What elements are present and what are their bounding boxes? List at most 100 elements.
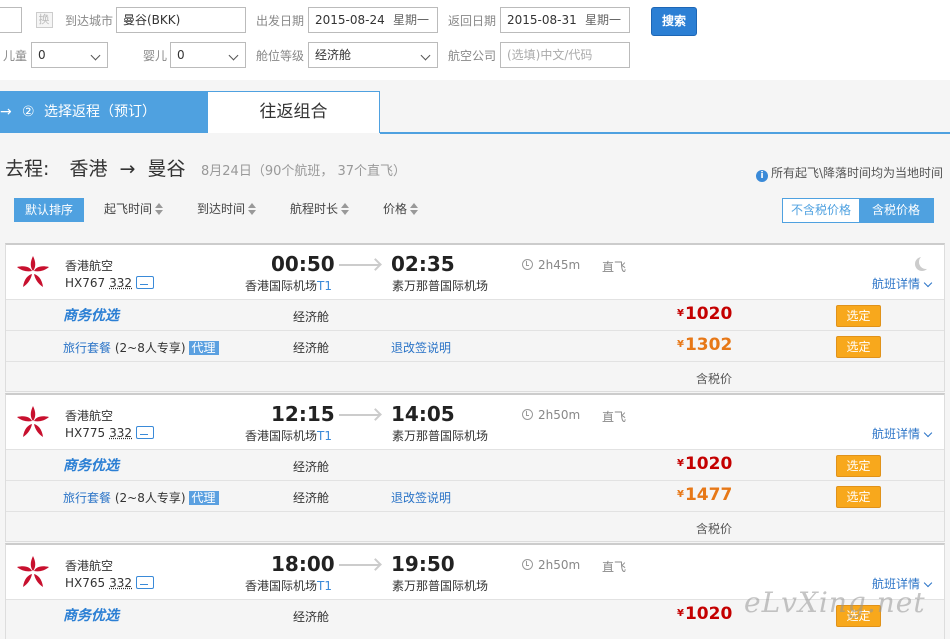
- select-button[interactable]: 选定: [836, 305, 881, 327]
- depart-airport: 香港国际机场T1: [245, 427, 332, 444]
- arrow-right-icon: [339, 414, 379, 416]
- flight-duration: 2h50m: [522, 408, 580, 422]
- chevron-down-icon: [228, 50, 239, 61]
- depart-date-field[interactable]: 2015-08-24 星期一: [308, 7, 438, 33]
- route-summary: 8月24日（90个航班， 37个直飞）: [201, 164, 407, 179]
- select-button[interactable]: 选定: [836, 486, 881, 508]
- step-number: ②: [22, 104, 35, 120]
- tax-included-note: 含税价: [696, 522, 733, 536]
- tax-inclusive-option[interactable]: 含税价格: [859, 199, 933, 222]
- sort-duration[interactable]: 航程时长: [290, 198, 350, 220]
- agent-badge: 代理: [188, 491, 219, 505]
- terminal: T1: [317, 429, 332, 443]
- fare-price: ¥1020: [677, 304, 732, 324]
- child-select[interactable]: 0: [31, 42, 108, 68]
- search-panel: 换 到达城市 曼谷(BKK) 出发日期 2015-08-24 星期一 返回日期 …: [0, 0, 950, 80]
- flight-card: 香港航空 HX767 332 00:50 02:35 香港国际机场T1 素万那普国…: [5, 243, 945, 392]
- return-date-value: 2015-08-31: [507, 13, 577, 27]
- flight-detail-link[interactable]: 航班详情: [872, 275, 933, 292]
- step-select-return[interactable]: → ② 选择返程（预订）: [0, 91, 207, 133]
- route-title: 去程: 香港 → 曼谷: [5, 154, 186, 181]
- stops-label: 直飞: [602, 260, 627, 274]
- return-date-field[interactable]: 2015-08-31 星期一: [500, 7, 630, 33]
- terminal: T1: [317, 579, 332, 593]
- cabin-class: 经济舱: [293, 310, 330, 324]
- infant-value: 0: [177, 48, 185, 62]
- airline-input[interactable]: (选填)中文/代码: [500, 42, 630, 68]
- depart-airport: 香港国际机场T1: [245, 577, 332, 594]
- flight-card: 香港航空 HX775 332 12:15 14:05 香港国际机场T1 素万那普国…: [5, 393, 945, 542]
- refund-rules-link[interactable]: 退改签说明: [391, 489, 451, 506]
- depart-time: 00:50: [271, 252, 335, 276]
- infant-select[interactable]: 0: [170, 42, 246, 68]
- to-city-field[interactable]: 曼谷(BKK): [116, 7, 246, 33]
- moon-icon: [919, 255, 933, 269]
- price-value: 1020: [684, 604, 733, 624]
- to-city-label: 到达城市: [65, 14, 114, 28]
- arrow-right-icon: [339, 264, 379, 266]
- package-label[interactable]: 旅行套餐: [63, 341, 111, 355]
- airline-label: 航空公司: [448, 49, 497, 63]
- return-date-label: 返回日期: [448, 14, 497, 28]
- sort-price[interactable]: 价格: [383, 198, 419, 220]
- package-label[interactable]: 旅行套餐: [63, 491, 111, 505]
- cabin-label: 舱位等级: [256, 49, 305, 63]
- sort-depart-time[interactable]: 起飞时间: [104, 198, 164, 220]
- search-button[interactable]: 搜索: [651, 7, 697, 36]
- cabin-select[interactable]: 经济舱: [308, 42, 438, 68]
- tv-icon: [136, 426, 155, 439]
- depart-airport-name: 香港国际机场: [245, 279, 318, 293]
- from-city-field[interactable]: [0, 7, 22, 33]
- currency-symbol: ¥: [677, 308, 684, 319]
- tv-icon: [136, 576, 155, 589]
- arrive-time: 14:05: [391, 402, 455, 426]
- business-select-label: 商务优选: [63, 458, 119, 474]
- route-arrow-icon: →: [119, 158, 136, 180]
- duration-text: 2h45m: [538, 258, 581, 272]
- step-round-trip-combo[interactable]: 往返组合: [207, 91, 380, 133]
- sort-icon: [155, 203, 164, 215]
- flight-number-text: HX775: [65, 426, 106, 440]
- return-weekday: 星期一: [584, 13, 621, 27]
- route-to: 曼谷: [147, 158, 186, 180]
- sort-label: 起飞时间: [104, 202, 153, 216]
- select-button[interactable]: 选定: [836, 455, 881, 477]
- sort-arrive-time[interactable]: 到达时间: [197, 198, 257, 220]
- clock-icon: [522, 259, 533, 270]
- fare-row: 商务优选 经济舱 ¥1020 选定: [6, 449, 944, 480]
- swap-cities-button[interactable]: 换: [30, 11, 58, 29]
- depart-time: 18:00: [271, 552, 335, 576]
- arrive-time: 19:50: [391, 552, 455, 576]
- refund-rules-link[interactable]: 退改签说明: [391, 339, 451, 356]
- hong-kong-airlines-logo: [17, 556, 49, 587]
- clock-icon: [522, 559, 533, 570]
- arrive-airport: 素万那普国际机场: [392, 429, 489, 443]
- flight-number: HX775 332: [65, 426, 155, 440]
- tax-exclusive-option[interactable]: 不含税价格: [783, 199, 859, 222]
- step-label: 选择返程（预订）: [44, 104, 156, 120]
- sort-default-button[interactable]: 默认排序: [14, 198, 84, 222]
- tax-price-toggle: 不含税价格 含税价格: [782, 198, 934, 223]
- flight-number: HX767 332: [65, 276, 155, 290]
- fare-row: 旅行套餐 (2~8人专享) 代理 经济舱 退改签说明 ¥1477 选定: [6, 480, 944, 511]
- hong-kong-airlines-logo: [17, 406, 49, 437]
- info-icon: i: [756, 170, 768, 182]
- tax-included-note: 含税价: [696, 372, 733, 386]
- stops-label: 直飞: [602, 410, 627, 424]
- terminal: T1: [317, 279, 332, 293]
- aircraft-type[interactable]: 332: [109, 576, 132, 590]
- sort-label: 价格: [383, 202, 408, 216]
- fare-row: 商务优选 经济舱 ¥1020 选定: [6, 299, 944, 330]
- flight-detail-link[interactable]: 航班详情: [872, 425, 933, 442]
- aircraft-type[interactable]: 332: [109, 426, 132, 440]
- sort-icon: [248, 203, 257, 215]
- depart-airport-name: 香港国际机场: [245, 429, 318, 443]
- hong-kong-airlines-logo: [17, 256, 49, 287]
- arrive-time: 02:35: [391, 252, 455, 276]
- aircraft-type[interactable]: 332: [109, 276, 132, 290]
- tv-icon: [136, 276, 155, 289]
- select-button[interactable]: 选定: [836, 336, 881, 358]
- child-label: 儿童: [3, 49, 28, 63]
- sort-icon: [341, 203, 350, 215]
- airline-name: 香港航空: [65, 559, 114, 573]
